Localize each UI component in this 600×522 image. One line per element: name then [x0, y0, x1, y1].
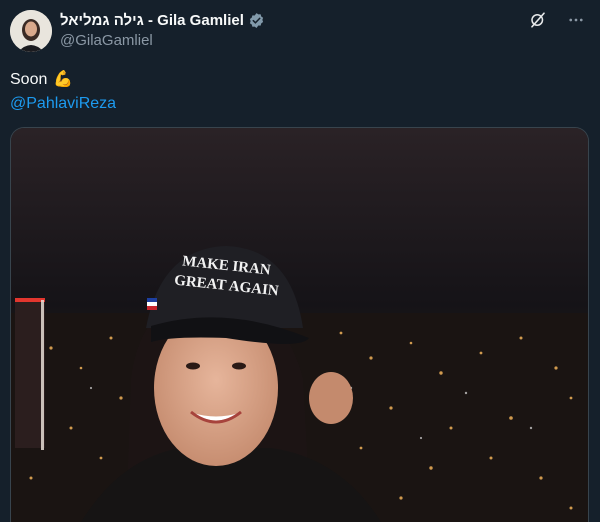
display-name[interactable]: גילה גמליאל - Gila Gamliel	[60, 12, 244, 29]
tweet-text-soon: Soon	[10, 71, 48, 88]
avatar-image	[10, 10, 52, 52]
tweet-media-photo[interactable]: MAKE IRAN GREAT AGAIN	[10, 127, 589, 522]
tweet-text: Soon 💪 @PahlaviReza	[10, 68, 116, 116]
photo-canvas: MAKE IRAN GREAT AGAIN	[11, 128, 588, 522]
author-name-row: גילה גמליאל - Gila Gamliel	[60, 10, 265, 30]
grok-icon[interactable]	[528, 10, 548, 30]
top-actions	[528, 10, 586, 30]
tweet-card: גילה גמליאל - Gila Gamliel @GilaGamliel	[0, 0, 600, 522]
verified-badge-icon	[248, 12, 265, 29]
more-options-icon[interactable]	[566, 10, 586, 30]
author-handle[interactable]: @GilaGamliel	[60, 32, 153, 49]
avatar[interactable]	[10, 10, 52, 52]
mention-link[interactable]: @PahlaviReza	[10, 92, 116, 116]
flexed-biceps-emoji: 💪	[53, 71, 74, 88]
tweet-text-line: Soon 💪	[10, 68, 116, 92]
